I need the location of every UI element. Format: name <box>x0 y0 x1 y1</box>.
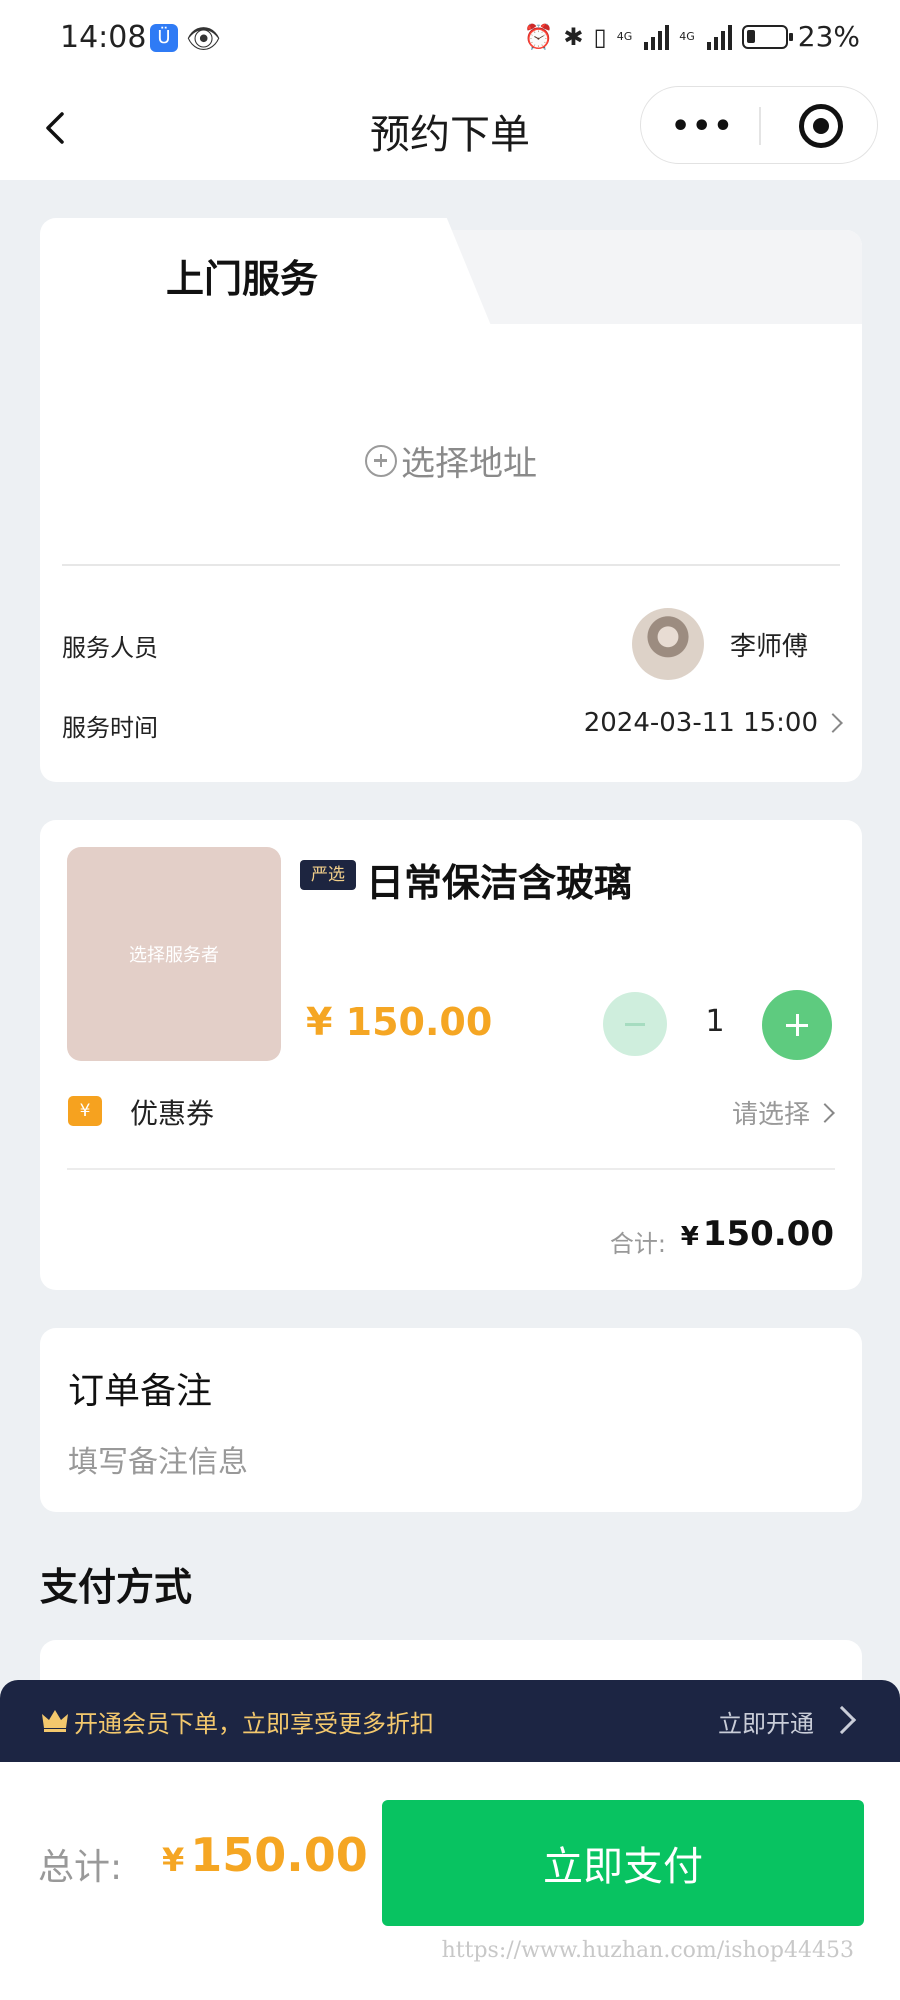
service-name: 日常保洁含玻璃 <box>366 861 633 905</box>
close-target-icon[interactable] <box>799 104 843 148</box>
tab-home-service-label: 上门服务 <box>166 257 319 301</box>
chevron-right-icon <box>827 1705 857 1735</box>
signal-icon-2 <box>706 24 732 50</box>
quantity-value: 1 <box>705 1004 725 1039</box>
network-type-1: 4G <box>616 30 633 43</box>
status-bar: 14:08 Ü 👁 ⏰ ✱ ▯ 4G 4G 23% <box>0 0 900 80</box>
service-price: ¥ 150.00 <box>306 1000 493 1044</box>
order-remark-card: 订单备注 <box>40 1328 862 1512</box>
service-time-label: 服务时间 <box>62 714 158 742</box>
chevron-right-icon <box>823 713 843 733</box>
more-icon[interactable]: ••• <box>671 109 735 144</box>
plus-circle-icon <box>365 444 397 477</box>
decrease-quantity-button[interactable] <box>603 992 667 1056</box>
network-type-2: 4G <box>679 30 695 43</box>
select-address-label: 选择地址 <box>401 444 537 484</box>
pay-now-button[interactable]: 立即支付 <box>382 1800 864 1926</box>
coupon-selector[interactable]: 请选择 <box>731 1094 835 1131</box>
coupon-action: 请选择 <box>731 1100 810 1130</box>
crown-icon <box>42 1710 68 1732</box>
service-image[interactable]: 选择服务者 <box>67 847 281 1061</box>
status-time: 14:08 <box>60 20 147 55</box>
membership-banner[interactable]: 开通会员下单，立即享受更多折扣 立即开通 <box>0 1680 900 1762</box>
coupon-icon: ¥ <box>68 1096 102 1126</box>
subtotal-currency: ¥ <box>680 1222 699 1252</box>
order-remark-title: 订单备注 <box>68 1371 213 1412</box>
service-image-text: 选择服务者 <box>129 945 219 966</box>
service-info-card: 上门服务 选择地址 服务人员 李师傅 服务时间 2024-03-11 15:00 <box>40 218 862 782</box>
staff-label: 服务人员 <box>62 634 158 662</box>
subtotal-label: 合计: <box>609 1230 666 1258</box>
order-remark-input[interactable] <box>68 1440 828 1484</box>
staff-avatar[interactable] <box>632 608 704 680</box>
divider <box>62 564 840 566</box>
product-card: 选择服务者 严选 日常保洁含玻璃 ¥ 150.00 1 ¥ 优惠券 请选择 合计… <box>40 820 862 1290</box>
checkout-bar: 总计: ¥150.00 立即支付 https://www.huzhan.com/… <box>0 1762 900 2000</box>
battery-level <box>746 29 755 43</box>
mini-program-capsule: ••• <box>640 86 878 164</box>
service-time-value: 2024-03-11 15:00 <box>583 708 818 738</box>
grand-total-amount: 150.00 <box>190 1828 368 1882</box>
service-time-selector[interactable]: 2024-03-11 15:00 <box>583 708 843 738</box>
tab-inactive[interactable] <box>450 230 862 324</box>
chevron-right-icon <box>815 1102 835 1123</box>
watermark-text: https://www.huzhan.com/ishop44453 <box>441 1938 854 1963</box>
eye-icon: 👁 <box>186 22 222 55</box>
grand-total-value: ¥150.00 <box>162 1828 368 1882</box>
nav-bar: 预约下单 ••• <box>0 80 900 180</box>
membership-text: 开通会员下单，立即享受更多折扣 <box>74 1710 434 1738</box>
app-notification-icon: Ü <box>150 24 178 52</box>
divider <box>67 1168 835 1170</box>
status-indicators: ⏰ ✱ ▯ 4G 4G 23% <box>523 20 860 53</box>
grand-total-label: 总计: <box>38 1847 123 1888</box>
staff-name[interactable]: 李师傅 <box>730 626 808 663</box>
bluetooth-icon: ✱ <box>563 22 584 51</box>
battery-percent: 23% <box>797 20 860 53</box>
tab-home-service[interactable]: 上门服务 <box>40 218 492 328</box>
coupon-label: 优惠券 <box>130 1097 215 1130</box>
subtotal-amount: 150.00 <box>702 1214 834 1254</box>
vibrate-icon: ▯ <box>593 22 607 51</box>
signal-icon-1 <box>644 24 670 50</box>
selected-badge: 严选 <box>300 860 356 890</box>
battery-icon <box>741 24 793 49</box>
alarm-icon: ⏰ <box>523 22 554 51</box>
capsule-divider <box>759 107 761 145</box>
membership-open-link[interactable]: 立即开通 <box>718 1704 814 1739</box>
increase-quantity-button[interactable] <box>762 990 832 1060</box>
payment-method-title: 支付方式 <box>40 1565 193 1609</box>
grand-total-currency: ¥ <box>162 1841 185 1879</box>
select-address-button[interactable]: 选择地址 <box>40 436 862 485</box>
subtotal-value: ¥150.00 <box>681 1214 834 1254</box>
